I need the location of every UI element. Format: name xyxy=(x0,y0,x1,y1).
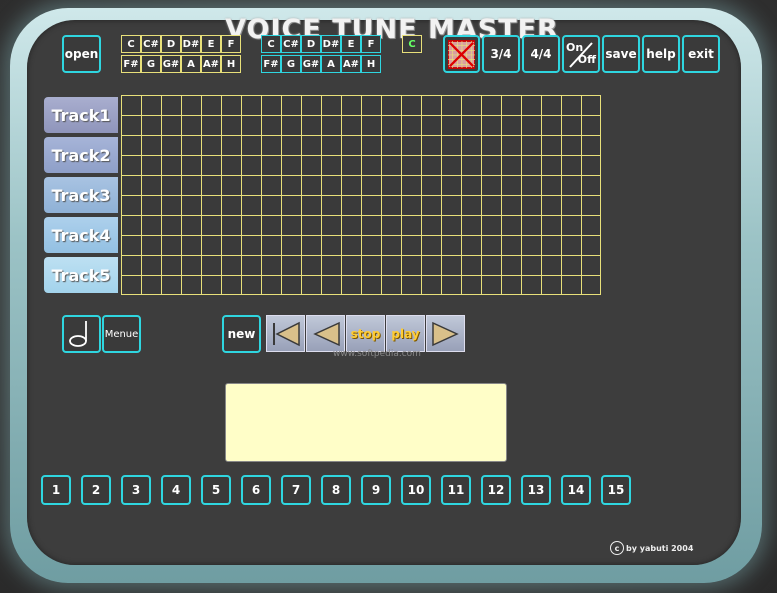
number-button-15[interactable]: 15 xyxy=(601,475,631,505)
time-signature-3-4-button[interactable]: 3/4 xyxy=(482,35,520,73)
right-note-row2-1[interactable]: G xyxy=(281,55,301,73)
right-note-row1-3[interactable]: D# xyxy=(321,35,341,53)
right-note-row2-5[interactable]: H xyxy=(361,55,381,73)
number-button-9[interactable]: 9 xyxy=(361,475,391,505)
next-icon xyxy=(431,321,459,346)
open-button[interactable]: open xyxy=(62,35,101,73)
track-2-button[interactable]: Track2 xyxy=(44,137,118,173)
number-button-11[interactable]: 11 xyxy=(441,475,471,505)
help-button[interactable]: help xyxy=(642,35,680,73)
clear-grid-icon xyxy=(448,39,475,69)
right-note-row2-0[interactable]: F# xyxy=(261,55,281,73)
track-1-button[interactable]: Track1 xyxy=(44,97,118,133)
track-3-button[interactable]: Track3 xyxy=(44,177,118,213)
rewind-icon xyxy=(272,321,300,346)
right-note-row1-5[interactable]: F xyxy=(361,35,381,53)
rewind-button[interactable] xyxy=(266,315,305,352)
left-note-row2-5[interactable]: H xyxy=(221,55,241,73)
right-note-row2-3[interactable]: A xyxy=(321,55,341,73)
left-note-row2-1[interactable]: G xyxy=(141,55,161,73)
copyright-notice: c by yabuti 2004 xyxy=(610,541,693,555)
note-length-button[interactable] xyxy=(62,315,101,353)
on-off-toggle[interactable]: On Off xyxy=(562,35,600,73)
number-button-6[interactable]: 6 xyxy=(241,475,271,505)
time-signature-4-4-button[interactable]: 4/4 xyxy=(522,35,560,73)
left-note-row2-4[interactable]: A# xyxy=(201,55,221,73)
current-note-indicator: C xyxy=(402,35,422,53)
number-button-3[interactable]: 3 xyxy=(121,475,151,505)
number-button-13[interactable]: 13 xyxy=(521,475,551,505)
new-button[interactable]: new xyxy=(222,315,261,353)
track-4-button[interactable]: Track4 xyxy=(44,217,118,253)
left-note-row1-5[interactable]: F xyxy=(221,35,241,53)
number-button-14[interactable]: 14 xyxy=(561,475,591,505)
number-button-4[interactable]: 4 xyxy=(161,475,191,505)
left-note-row1-0[interactable]: C xyxy=(121,35,141,53)
left-note-row2-0[interactable]: F# xyxy=(121,55,141,73)
slash-icon xyxy=(569,42,593,68)
number-button-12[interactable]: 12 xyxy=(481,475,511,505)
number-button-5[interactable]: 5 xyxy=(201,475,231,505)
info-display xyxy=(225,383,507,462)
left-note-row1-4[interactable]: E xyxy=(201,35,221,53)
number-button-8[interactable]: 8 xyxy=(321,475,351,505)
next-button[interactable] xyxy=(426,315,465,352)
right-note-row2-4[interactable]: A# xyxy=(341,55,361,73)
left-note-row2-3[interactable]: A xyxy=(181,55,201,73)
left-note-row1-2[interactable]: D xyxy=(161,35,181,53)
left-note-row1-3[interactable]: D# xyxy=(181,35,201,53)
note-grid[interactable] xyxy=(121,95,601,295)
left-note-row2-2[interactable]: G# xyxy=(161,55,181,73)
watermark-text: www.softpedia.com xyxy=(333,349,421,359)
clear-grid-button[interactable] xyxy=(443,35,480,73)
number-button-7[interactable]: 7 xyxy=(281,475,311,505)
previous-button[interactable] xyxy=(306,315,345,352)
right-note-row2-2[interactable]: G# xyxy=(301,55,321,73)
menue-button[interactable]: Menue xyxy=(102,315,141,353)
previous-icon xyxy=(312,321,340,346)
right-note-row1-1[interactable]: C# xyxy=(281,35,301,53)
number-button-10[interactable]: 10 xyxy=(401,475,431,505)
right-note-row1-4[interactable]: E xyxy=(341,35,361,53)
stop-button[interactable]: stop xyxy=(346,315,385,352)
play-button[interactable]: play xyxy=(386,315,425,352)
copyright-text: by yabuti 2004 xyxy=(626,543,694,553)
copyright-symbol: c xyxy=(610,541,624,555)
exit-button[interactable]: exit xyxy=(682,35,720,73)
app-window: VOICE TUNE MASTER open C C# D D# E F F# G G# A A# H… xyxy=(0,0,777,593)
number-button-1[interactable]: 1 xyxy=(41,475,71,505)
track-5-button[interactable]: Track5 xyxy=(44,257,118,293)
half-note-icon xyxy=(68,321,87,347)
save-button[interactable]: save xyxy=(602,35,640,73)
right-note-row1-0[interactable]: C xyxy=(261,35,281,53)
left-note-row1-1[interactable]: C# xyxy=(141,35,161,53)
right-note-row1-2[interactable]: D xyxy=(301,35,321,53)
number-button-2[interactable]: 2 xyxy=(81,475,111,505)
